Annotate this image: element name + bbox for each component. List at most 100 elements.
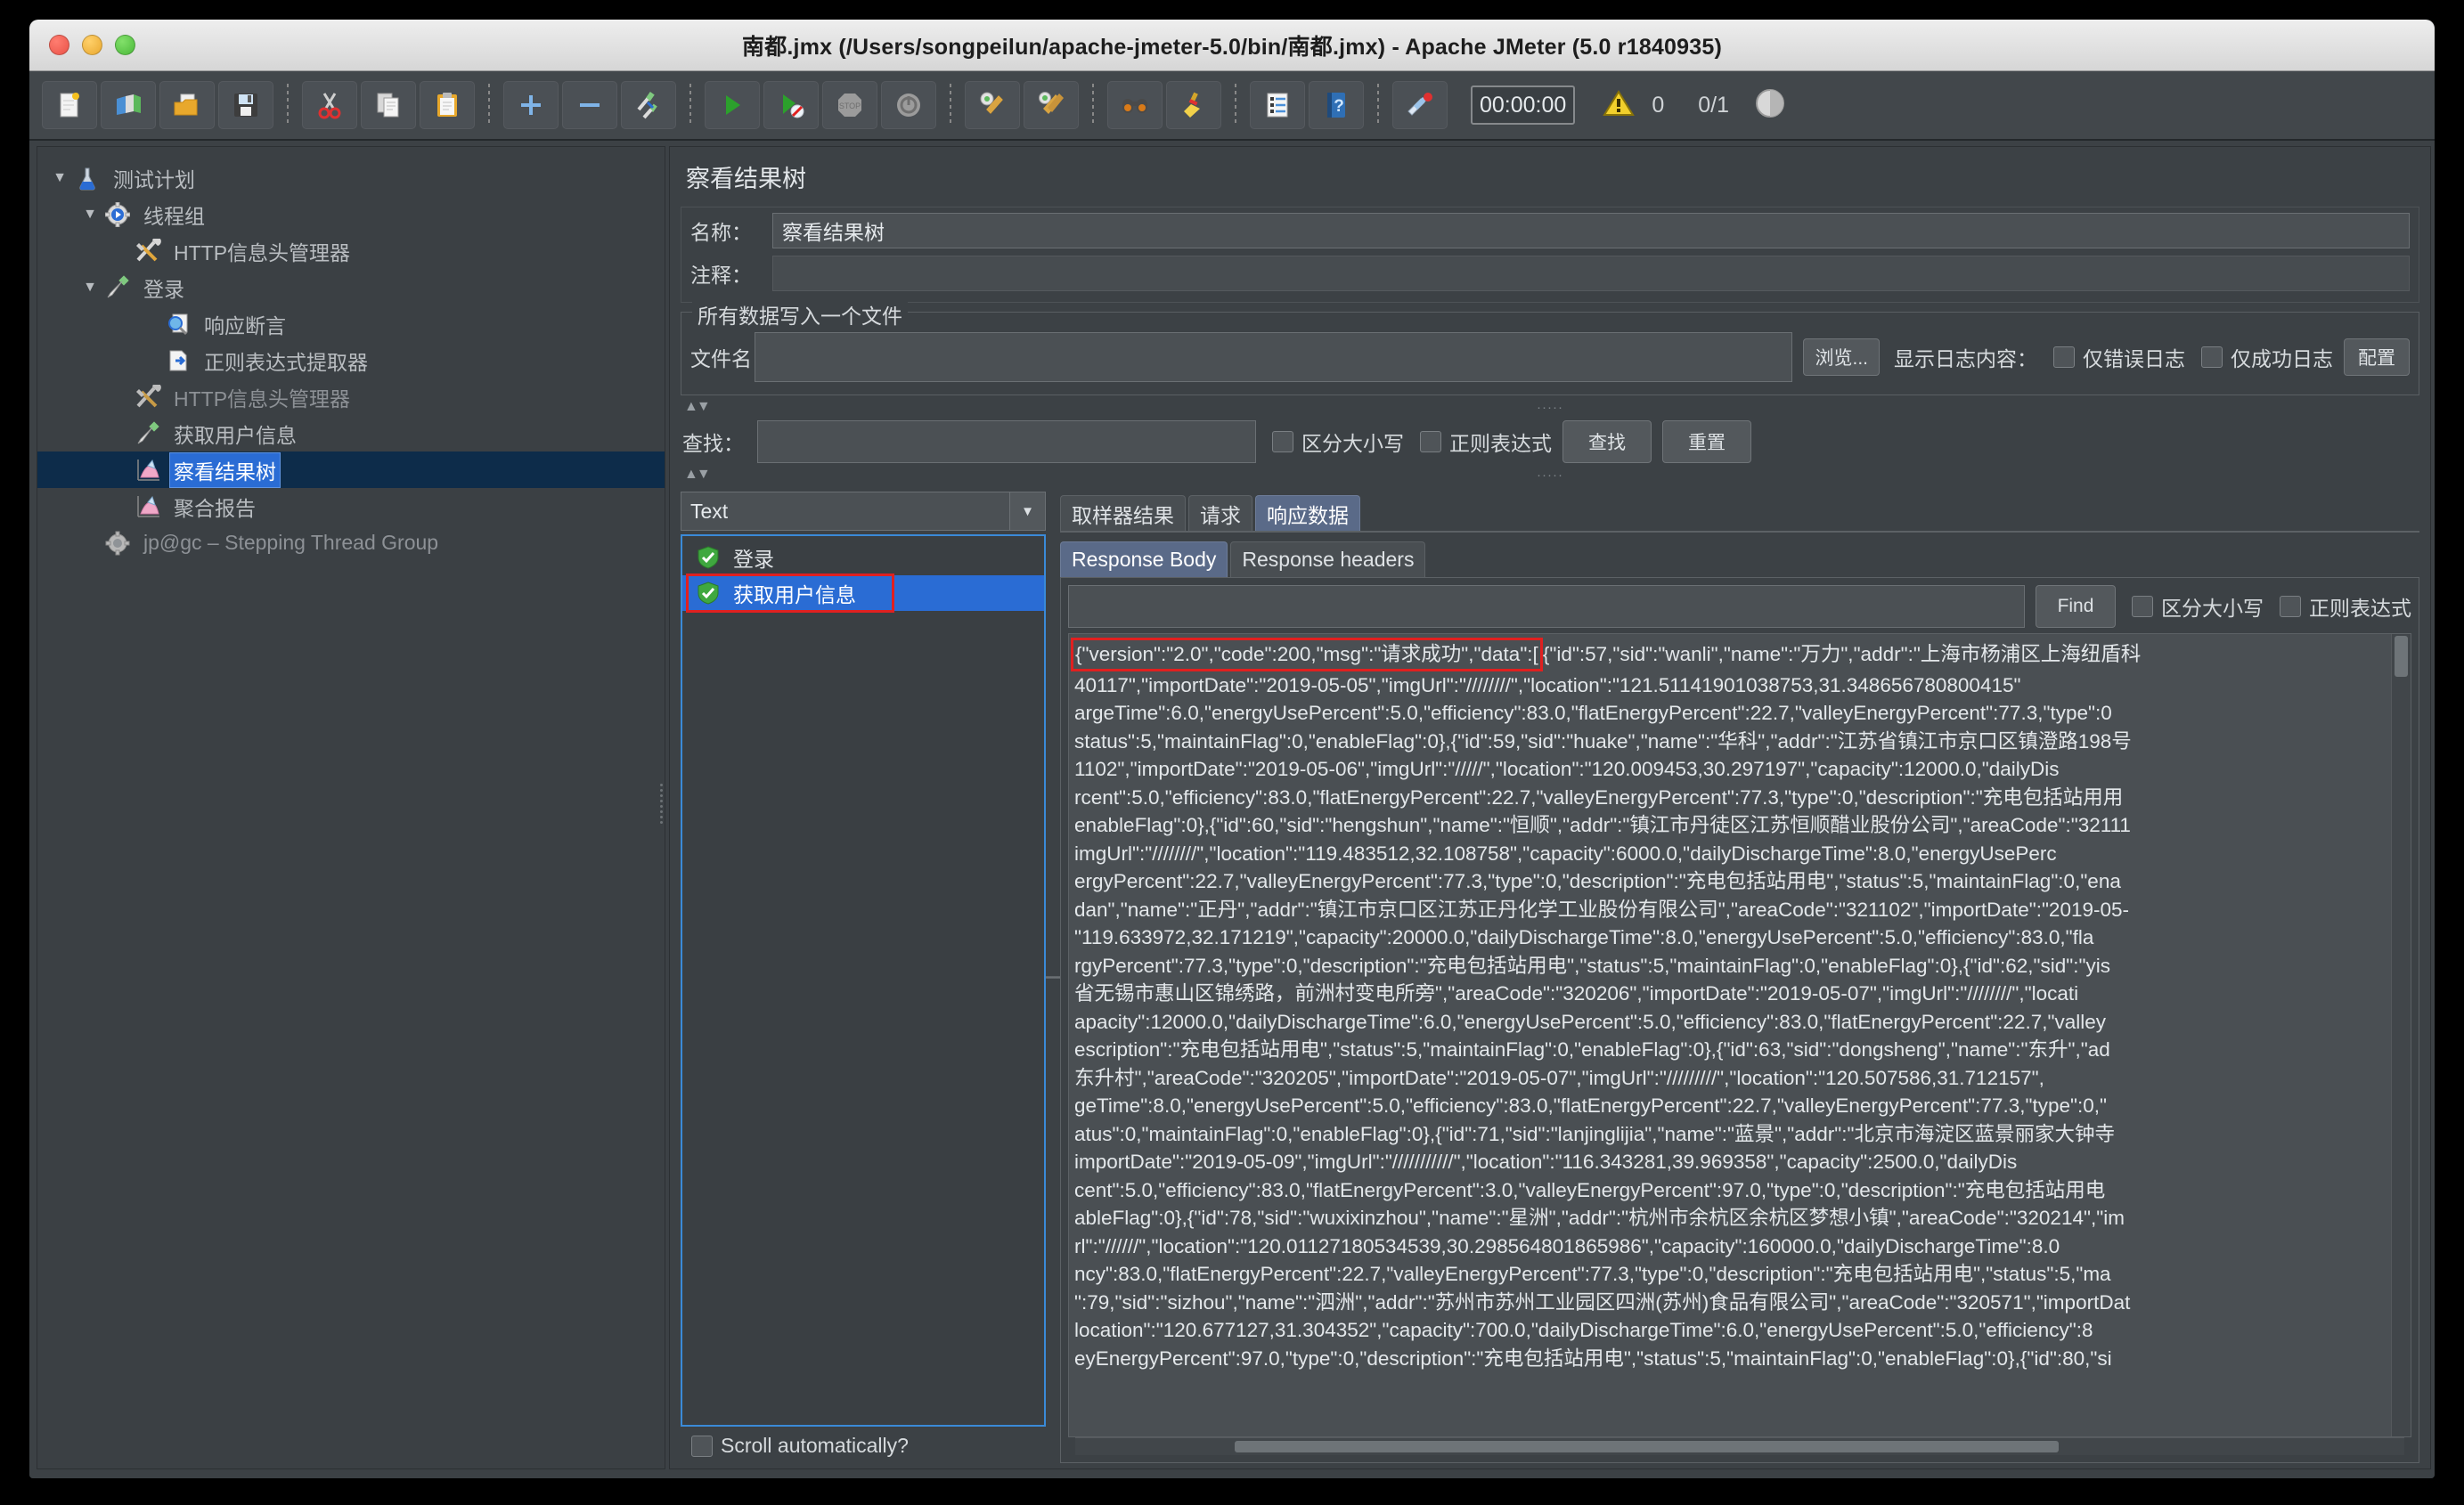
collapse-all-icon[interactable]	[562, 81, 617, 129]
expand-toggle-icon[interactable]: ▼	[78, 207, 102, 223]
tree-node-http-header-manager-2[interactable]: HTTP信息头管理器	[37, 378, 665, 415]
start-icon[interactable]	[705, 81, 760, 129]
splitter-arrows-icon[interactable]: ▲▼	[684, 467, 711, 483]
toolbar-separator	[950, 84, 951, 126]
search-icon[interactable]	[1107, 81, 1163, 129]
list-item-label: 获取用户信息	[733, 583, 856, 606]
http-sampler-icon	[132, 420, 164, 447]
help-icon[interactable]: ?	[1309, 81, 1364, 129]
name-input[interactable]: 察看结果树	[772, 213, 2410, 248]
list-item[interactable]: 获取用户信息	[682, 574, 1044, 613]
elapsed-timer: 00:00:00	[1471, 85, 1576, 125]
tab-request[interactable]: 请求	[1188, 495, 1252, 531]
tree-node-thread-group[interactable]: ▼ 线程组	[37, 196, 665, 232]
reset-search-icon[interactable]	[1166, 81, 1221, 129]
header-manager-icon	[132, 384, 164, 411]
tree-node-get-user-info-sampler[interactable]: 获取用户信息	[37, 415, 665, 452]
tab-response-body[interactable]: Response Body	[1060, 541, 1228, 577]
toolbar-separator	[1092, 84, 1094, 126]
tab-response-headers[interactable]: Response headers	[1230, 541, 1426, 577]
search-input[interactable]	[757, 420, 1256, 463]
response-body-remaining-lines: 40117","importDate":"2019-05-05","imgUrl…	[1074, 673, 2132, 1370]
cut-icon[interactable]	[302, 81, 357, 129]
comment-row: 注释：	[690, 256, 2410, 291]
tab-response-data[interactable]: 响应数据	[1255, 495, 1360, 531]
search-regex-checkbox[interactable]	[1420, 431, 1441, 452]
expand-toggle-icon[interactable]: ▼	[78, 280, 102, 296]
splitter-arrows-icon[interactable]: ▲▼	[684, 399, 711, 415]
undo-redo-icon[interactable]	[1392, 81, 1448, 129]
warning-count: 0	[1652, 92, 1665, 118]
function-helper-icon[interactable]	[1250, 81, 1305, 129]
expand-all-icon[interactable]	[503, 81, 559, 129]
search-regex-label: 正则表达式	[1449, 432, 1552, 455]
response-body-text-area[interactable]: {"version":"2.0","code":200,"msg":"请求成功"…	[1068, 633, 2411, 1437]
toolbar-separator	[488, 84, 490, 126]
toolbar-separator	[287, 84, 289, 126]
tab-underline	[1060, 531, 2419, 533]
sampler-result-list[interactable]: 登录 获取用户信息	[681, 534, 1046, 1427]
comment-input[interactable]	[772, 256, 2410, 291]
filename-label: 文件名	[690, 347, 752, 370]
response-regex-checkbox[interactable]	[2280, 596, 2301, 617]
clear-all-icon[interactable]	[1024, 81, 1079, 129]
toggle-icon[interactable]	[621, 81, 676, 129]
response-horizontal-scrollbar[interactable]	[1075, 1437, 2404, 1455]
stop-icon[interactable]: STOP	[822, 81, 877, 129]
test-plan-tree[interactable]: ▼ 测试计划 ▼ 线程组 HTTP信息头管理器 ▼ 登录 响应断言 正则表达式提…	[37, 147, 665, 561]
browse-button[interactable]: 浏览...	[1803, 338, 1880, 376]
response-find-button[interactable]: Find	[2036, 585, 2116, 628]
main-body: ▼ 测试计划 ▼ 线程组 HTTP信息头管理器 ▼ 登录 响应断言 正则表达式提…	[29, 141, 2435, 1478]
new-icon[interactable]	[42, 81, 97, 129]
header-manager-icon	[132, 238, 164, 264]
copy-icon[interactable]	[361, 81, 416, 129]
search-button[interactable]: 查找	[1562, 420, 1652, 463]
response-case-sensitive-checkbox[interactable]	[2132, 596, 2153, 617]
shutdown-icon[interactable]	[881, 81, 936, 129]
start-no-pauses-icon[interactable]	[763, 81, 819, 129]
response-vertical-scrollbar[interactable]	[2391, 634, 2411, 1436]
results-splitter-handle[interactable]	[1046, 492, 1060, 1463]
chevron-down-icon[interactable]: ▼	[1009, 492, 1045, 530]
tree-node-response-assertion[interactable]: 响应断言	[37, 305, 665, 342]
splitter-bottom[interactable]: ▲▼ ·····	[681, 465, 2419, 484]
tree-splitter-handle[interactable]	[657, 781, 665, 833]
stepping-thread-group-icon	[102, 530, 134, 557]
tree-node-view-results-tree[interactable]: 察看结果树	[37, 452, 665, 488]
tree-node-login-sampler[interactable]: ▼ 登录	[37, 269, 665, 305]
scrollbar-thumb[interactable]	[1235, 1441, 2060, 1452]
results-list-pane: Text ▼ 登录 获取用户信息 Scroll automatically?	[681, 492, 1046, 1463]
search-case-sensitive-checkbox[interactable]	[1272, 431, 1293, 452]
tree-node-stepping-thread-group[interactable]: jp@gc – Stepping Thread Group	[37, 525, 665, 561]
list-item[interactable]: 登录	[682, 540, 1044, 575]
scrollbar-thumb[interactable]	[2395, 636, 2408, 677]
tree-node-label: 登录	[143, 277, 184, 301]
save-icon[interactable]	[218, 81, 273, 129]
splitter-dots-icon: ·····	[1537, 399, 1563, 415]
filename-input[interactable]	[755, 332, 1793, 382]
successes-only-checkbox[interactable]	[2201, 346, 2223, 368]
view-results-tree-icon	[132, 457, 164, 484]
scroll-automatically-checkbox[interactable]	[691, 1435, 713, 1457]
tree-node-label: 获取用户信息	[174, 423, 297, 447]
tab-sampler-result[interactable]: 取样器结果	[1060, 495, 1186, 531]
active-thread-count: 0/1	[1698, 92, 1729, 118]
configure-button[interactable]: 配置	[2344, 338, 2410, 376]
open-icon[interactable]	[159, 81, 215, 129]
response-find-input[interactable]	[1068, 585, 2025, 628]
tree-node-http-header-manager-1[interactable]: HTTP信息头管理器	[37, 232, 665, 269]
errors-only-label: 仅错误日志	[2083, 347, 2185, 370]
expand-toggle-icon[interactable]: ▼	[48, 170, 71, 186]
clear-icon[interactable]	[965, 81, 1020, 129]
reset-button[interactable]: 重置	[1662, 420, 1751, 463]
paste-icon[interactable]	[420, 81, 475, 129]
tree-node-aggregate-report[interactable]: 聚合报告	[37, 488, 665, 525]
jmeter-window: 南都.jmx (/Users/songpeilun/apache-jmeter-…	[29, 20, 2435, 1478]
renderer-combo[interactable]: Text ▼	[681, 492, 1046, 531]
templates-icon[interactable]	[101, 81, 156, 129]
splitter-top[interactable]: ▲▼ ·····	[681, 397, 2419, 417]
tree-node-test-plan[interactable]: ▼ 测试计划	[37, 159, 665, 196]
search-row: 查找： 区分大小写 正则表达式 查找 重置	[682, 420, 2418, 463]
errors-only-checkbox[interactable]	[2053, 346, 2075, 368]
tree-node-regex-extractor[interactable]: 正则表达式提取器	[37, 342, 665, 378]
